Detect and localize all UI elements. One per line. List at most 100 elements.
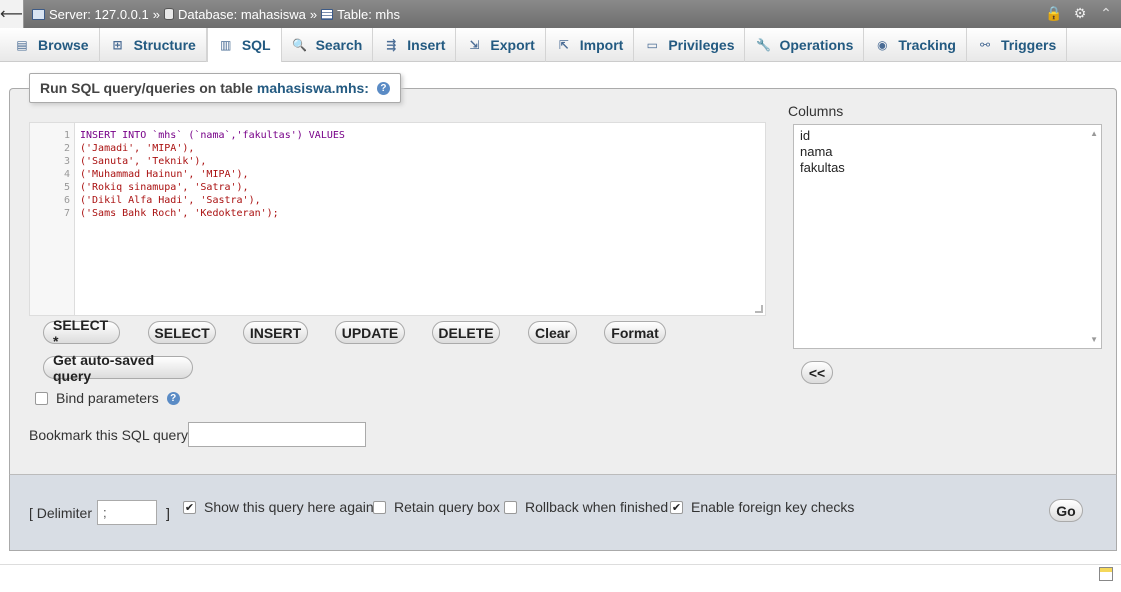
insert-icon: ⇶ (386, 38, 397, 52)
console-toggle-icon[interactable] (1099, 567, 1113, 581)
get-auto-saved-query-button[interactable]: Get auto-saved query (43, 352, 193, 384)
tab-label: Import (579, 37, 624, 53)
code-line: ('Sams Bahk Roch', 'Kedokteran'); (80, 208, 279, 219)
bind-parameters-checkbox[interactable] (35, 391, 48, 405)
columns-label: Columns (788, 103, 844, 119)
code-line: ('Jamadi', 'MIPA'), (80, 143, 195, 154)
retain-query-box-label: Retain query box (394, 499, 500, 515)
show-query-again-row: ✔ Show this query here again (183, 499, 374, 515)
rollback-label: Rollback when finished (525, 499, 669, 515)
insert-column-button[interactable]: << (801, 361, 833, 384)
help-icon[interactable]: ? (376, 81, 390, 95)
tab-privileges[interactable]: ▭ Privileges (634, 28, 746, 62)
code-line: ('Muhammad Hainun', 'MIPA'), (80, 169, 249, 180)
scroll-down-icon[interactable]: ▼ (1090, 335, 1098, 344)
column-option[interactable]: id (800, 128, 1095, 144)
go-button[interactable]: Go (1049, 499, 1083, 522)
resize-handle-icon[interactable] (755, 305, 763, 313)
tab-browse[interactable]: ▤ Browse (4, 28, 100, 62)
select-star-button[interactable]: SELECT * (43, 317, 120, 349)
clear-button[interactable]: Clear (528, 321, 577, 344)
column-option[interactable]: fakultas (800, 160, 1095, 176)
line-number: 3 (63, 156, 70, 167)
delimiter-bracket: ] (166, 505, 170, 521)
tab-label: Structure (133, 37, 196, 53)
tab-label: Operations (779, 37, 854, 53)
tab-structure[interactable]: ⊞ Structure (100, 28, 207, 62)
line-number: 7 (63, 208, 70, 219)
format-button[interactable]: Format (604, 321, 666, 344)
breadcrumb-table[interactable]: Table: mhs (337, 7, 400, 22)
rollback-checkbox[interactable] (504, 500, 517, 514)
tracking-icon: ◉ (877, 38, 888, 52)
server-icon (32, 8, 45, 20)
line-number: 2 (63, 143, 70, 154)
export-icon: ⇲ (469, 38, 480, 52)
tab-search[interactable]: 🔍 Search (282, 28, 374, 62)
rollback-row: Rollback when finished (504, 499, 668, 515)
bookmark-label: Bookmark this SQL query: (29, 427, 192, 443)
foreign-key-checks-checkbox[interactable]: ✔ (670, 500, 683, 514)
import-icon: ⇱ (558, 38, 569, 52)
tab-label: Insert (407, 37, 446, 53)
insert-button[interactable]: INSERT (243, 321, 308, 344)
code-line: ('Sanuta', 'Teknik'), (80, 156, 207, 167)
tab-label: SQL (241, 37, 271, 53)
column-option[interactable]: nama (800, 144, 1095, 160)
retain-query-box-checkbox[interactable] (373, 500, 386, 514)
code-line: ('Rokiq sinamupa', 'Satra'), (80, 182, 249, 193)
bookmark-input[interactable] (188, 422, 366, 447)
table-tabs: ▤ Browse ⊞ Structure ▥ SQL 🔍 Search ⇶ Insert … (0, 28, 1121, 62)
line-number: 1 (63, 130, 70, 141)
structure-icon: ⊞ (112, 38, 123, 52)
bind-parameters-label: Bind parameters (56, 390, 159, 406)
sql-query-legend: Run SQL query/queries on table mahasiswa… (29, 73, 401, 103)
sql-code[interactable]: INSERT INTO `mhs` (`nama`,'fakultas') VA… (80, 129, 345, 220)
server-breadcrumb-bar: ⟵ Server: 127.0.0.1 » Database: mahasisw… (0, 0, 1121, 28)
tab-label: Tracking (898, 37, 956, 53)
breadcrumb-server[interactable]: Server: 127.0.0.1 (49, 7, 149, 22)
delimiter-input[interactable] (97, 500, 157, 525)
gear-icon[interactable]: ⚙ (1071, 4, 1089, 22)
breadcrumb-separator: » (309, 6, 318, 22)
delete-button[interactable]: DELETE (432, 321, 500, 344)
browse-icon: ▤ (16, 38, 28, 52)
show-query-again-label: Show this query here again (204, 499, 374, 515)
tab-export[interactable]: ⇲ Export (456, 28, 546, 62)
database-icon (163, 8, 174, 20)
legend-text: Run SQL query/queries on table (40, 80, 253, 96)
sql-icon: ▥ (220, 38, 232, 52)
table-icon (321, 8, 334, 20)
help-icon[interactable]: ? (166, 391, 180, 405)
line-number: 6 (63, 195, 70, 206)
tab-label: Triggers (1000, 37, 1057, 53)
show-query-again-checkbox[interactable]: ✔ (183, 500, 196, 514)
tab-insert[interactable]: ⇶ Insert (373, 28, 457, 62)
search-icon: 🔍 (292, 38, 308, 52)
lock-icon[interactable]: 🔒 (1045, 4, 1063, 22)
legend-table-name: mahasiswa.mhs: (256, 80, 369, 96)
tab-operations[interactable]: 🔧 Operations (745, 28, 865, 62)
code-line: INSERT INTO `mhs` (`nama`,'fakultas') VA… (80, 130, 345, 141)
operations-icon: 🔧 (756, 38, 771, 52)
tab-import[interactable]: ⇱ Import (546, 28, 635, 62)
columns-list[interactable]: id nama fakultas ▲ ▼ (793, 124, 1102, 349)
sql-editor[interactable]: 1 2 3 4 5 6 7 INSERT INTO `mhs` (`nama`,… (29, 122, 766, 316)
back-arrow-icon[interactable]: ⟵ (0, 0, 24, 28)
breadcrumb-database[interactable]: Database: mahasiswa (178, 7, 306, 22)
privileges-icon: ▭ (646, 38, 658, 52)
collapse-icon[interactable]: ⌃ (1097, 4, 1115, 22)
tab-tracking[interactable]: ◉ Tracking (864, 28, 967, 62)
line-number-gutter: 1 2 3 4 5 6 7 (30, 123, 75, 315)
tab-sql[interactable]: ▥ SQL (206, 28, 282, 62)
breadcrumb: Server: 127.0.0.1 » Database: mahasiswa … (32, 7, 400, 22)
tab-triggers[interactable]: ⚯ Triggers (967, 28, 1068, 62)
select-button[interactable]: SELECT (148, 321, 216, 344)
tab-label: Export (490, 37, 535, 53)
foreign-key-checks-row: ✔ Enable foreign key checks (670, 499, 854, 515)
scroll-up-icon[interactable]: ▲ (1090, 129, 1098, 138)
triggers-icon: ⚯ (979, 38, 991, 52)
tab-label: Privileges (668, 37, 735, 53)
update-button[interactable]: UPDATE (335, 321, 405, 344)
code-line: ('Dikil Alfa Hadi', 'Sastra'), (80, 195, 261, 206)
